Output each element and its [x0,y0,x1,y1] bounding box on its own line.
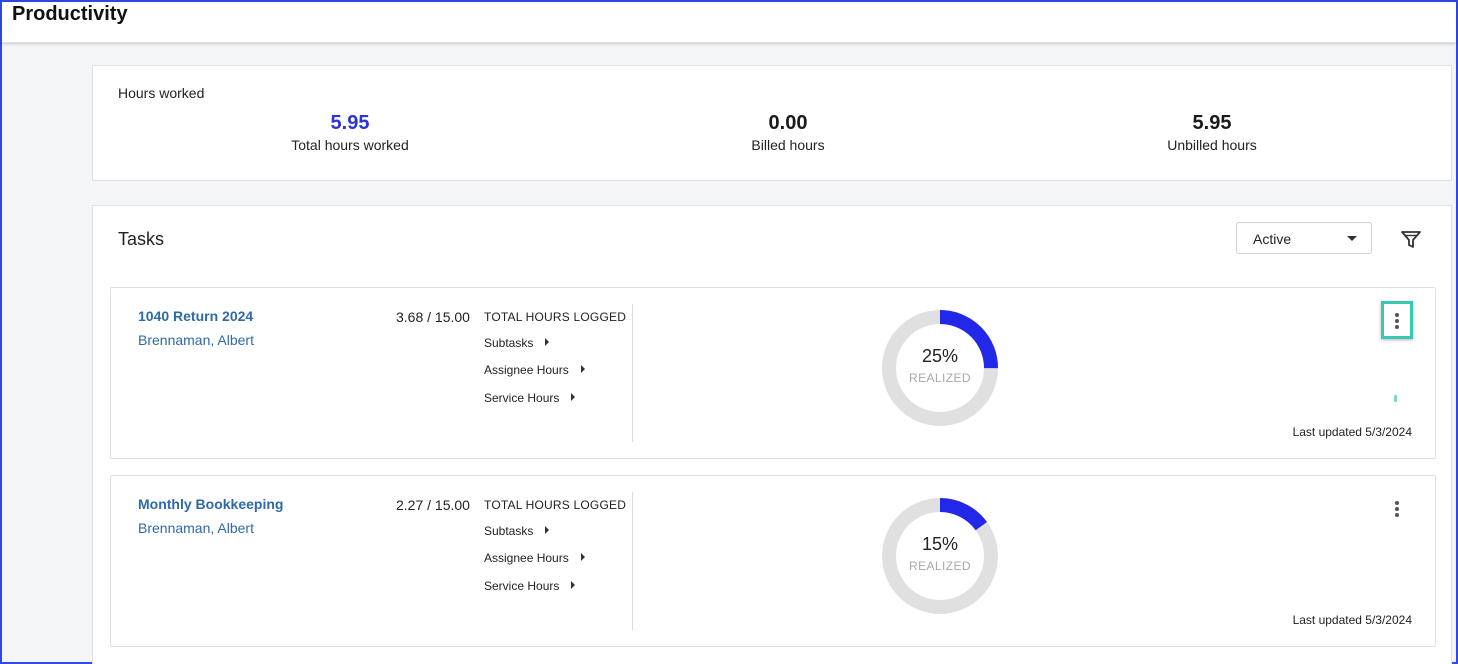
service-hours-toggle[interactable]: Service Hours [484,391,576,405]
assignee-hours-toggle[interactable]: Assignee Hours [484,551,585,565]
task-name-link[interactable]: 1040 Return 2024 [138,308,253,324]
service-hours-label: Service Hours [484,391,560,405]
task-name-link[interactable]: Monthly Bookkeeping [138,496,283,512]
top-bar: Productivity [2,2,1456,43]
page-title: Productivity [12,3,128,25]
assignee-hours-label: Assignee Hours [484,551,569,565]
status-filter-select[interactable]: Active [1236,222,1372,254]
caret-right-icon [545,338,550,346]
more-options-button[interactable] [1381,489,1413,527]
total-hours-label: Total hours worked [291,137,409,153]
billed-hours-value: 0.00 [768,112,808,134]
assignee-hours-label: Assignee Hours [484,363,569,377]
service-hours-toggle[interactable]: Service Hours [484,579,576,593]
total-hours-metric: 5.95 Total hours worked [230,112,470,153]
task-assignee-link[interactable]: Brennaman, Albert [138,520,254,536]
task-card: Monthly Bookkeeping Brennaman, Albert 2.… [110,475,1436,647]
task-assignee-link[interactable]: Brennaman, Albert [138,332,254,348]
realized-label: REALIZED [909,559,971,573]
caret-right-icon [580,553,585,561]
billed-hours-label: Billed hours [751,137,825,153]
more-vertical-icon-dot [1395,325,1399,329]
billed-hours-metric: 0.00 Billed hours [668,112,908,153]
tasks-card: Tasks Active 1040 Return 2024 Brennaman,… [92,205,1452,664]
hours-logged-label: TOTAL HOURS LOGGED [484,498,627,512]
caret-right-icon [545,526,550,534]
subtasks-toggle[interactable]: Subtasks [484,336,550,350]
hours-worked-card: Hours worked 5.95 Total hours worked 0.0… [92,65,1452,181]
realized-donut [882,498,998,614]
caret-right-icon [571,581,576,589]
service-hours-label: Service Hours [484,579,560,593]
caret-right-icon [571,393,576,401]
more-vertical-icon-dot [1395,513,1399,517]
subtasks-toggle[interactable]: Subtasks [484,524,550,538]
more-options-button[interactable] [1381,301,1413,339]
subtasks-label: Subtasks [484,336,534,350]
realized-label: REALIZED [909,371,971,385]
subtasks-label: Subtasks [484,524,534,538]
hours-logged-ratio: 3.68 / 15.00 [396,309,470,325]
focus-indicator [1394,395,1397,402]
more-vertical-icon [1395,501,1399,505]
realized-percent: 15% [921,534,959,554]
more-vertical-icon-dot [1395,507,1399,511]
more-vertical-icon [1395,313,1399,317]
total-hours-value: 5.95 [330,112,370,134]
unbilled-hours-value: 5.95 [1192,112,1232,134]
status-filter-value: Active [1253,231,1292,247]
last-updated: Last updated 5/3/2024 [1292,613,1412,627]
caret-right-icon [580,365,585,373]
last-updated: Last updated 5/3/2024 [1292,425,1412,439]
divider [632,492,633,630]
unbilled-hours-label: Unbilled hours [1167,137,1257,153]
filter-icon[interactable] [1399,227,1423,251]
realized-percent: 25% [921,346,959,366]
hours-worked-title: Hours worked [118,85,205,101]
tasks-title: Tasks [118,229,165,249]
divider [632,304,633,442]
unbilled-hours-metric: 5.95 Unbilled hours [1092,112,1332,153]
caret-down-icon [1347,236,1357,241]
more-vertical-icon-dot [1395,319,1399,323]
task-card: 1040 Return 2024 Brennaman, Albert 3.68 … [110,287,1436,459]
realized-donut [882,310,998,426]
hours-logged-ratio: 2.27 / 15.00 [396,497,470,513]
hours-logged-label: TOTAL HOURS LOGGED [484,310,627,324]
assignee-hours-toggle[interactable]: Assignee Hours [484,363,585,377]
